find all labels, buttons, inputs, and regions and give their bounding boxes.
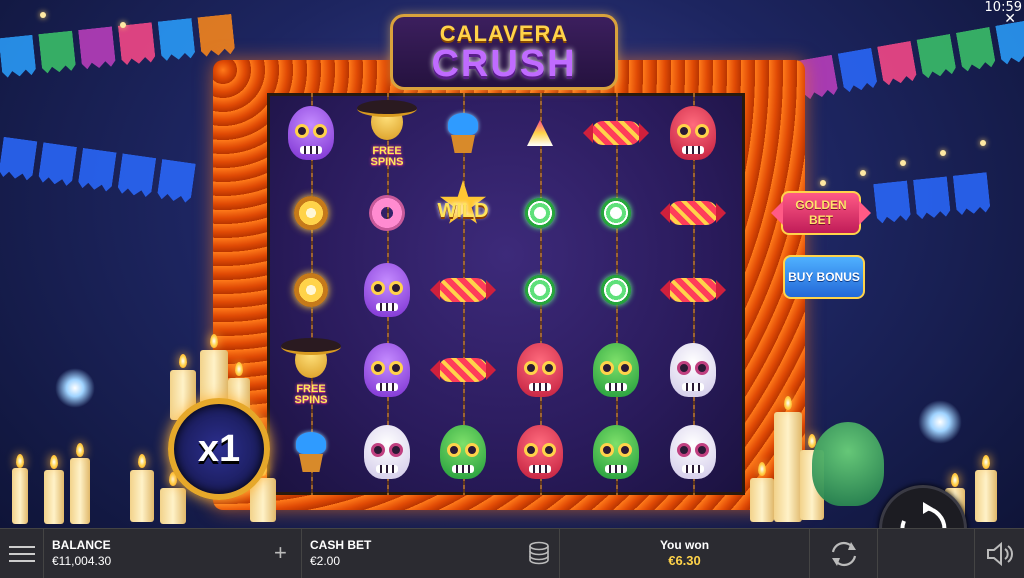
symbol-candy xyxy=(430,260,496,320)
bottom-bar: BALANCE €11,004.30 + CASH BET €2.00 You … xyxy=(0,528,1024,578)
symbol-free-spins: FREE SPINS xyxy=(357,100,417,168)
symbol-skull-purple xyxy=(359,340,415,400)
won-value: €6.30 xyxy=(668,553,701,568)
symbol-donut xyxy=(359,183,415,243)
symbol-skull-white xyxy=(665,340,721,400)
cash-bet-label: CASH BET xyxy=(310,538,372,552)
symbol-skull-white xyxy=(665,422,721,482)
spotlight-left xyxy=(55,368,95,408)
win-section: You won €6.30 xyxy=(560,529,810,578)
golden-bet-button[interactable]: GOLDEN BET xyxy=(771,191,871,235)
symbol-lollipop xyxy=(512,260,568,320)
decorative-green-skull xyxy=(812,422,884,506)
balance-section: BALANCE €11,004.30 + xyxy=(44,529,302,578)
cash-bet-value: €2.00 xyxy=(310,554,341,568)
symbol-skull-green xyxy=(588,422,644,482)
balance-value: €11,004.30 xyxy=(52,554,112,568)
spotlight-right xyxy=(918,400,962,444)
symbol-lollipop xyxy=(588,183,644,243)
coins-icon xyxy=(529,541,549,565)
symbol-skull-purple xyxy=(359,260,415,320)
symbol-skull-red xyxy=(665,103,721,163)
symbol-candy xyxy=(660,183,726,243)
autoplay-icon xyxy=(831,541,857,567)
symbol-skull-green xyxy=(435,422,491,482)
symbol-candy xyxy=(430,340,496,400)
multiplier-badge: x1 xyxy=(168,398,270,500)
symbol-pan-de-muerto xyxy=(283,183,339,243)
symbol-skull-green xyxy=(588,340,644,400)
logo-title-bottom: CRUSH xyxy=(431,43,577,85)
papel-picado-right-top xyxy=(798,20,1024,100)
papel-picado-left-top xyxy=(0,14,235,78)
symbol-skull-red xyxy=(512,422,568,482)
free-spins-label: FREE SPINS xyxy=(370,145,404,168)
symbol-cupcake xyxy=(435,103,491,163)
buy-bonus-button[interactable]: BUY BONUS xyxy=(783,255,865,299)
symbol-pan-de-muerto xyxy=(283,260,339,320)
speaker-icon xyxy=(987,541,1013,567)
add-funds-button[interactable]: + xyxy=(274,540,287,566)
symbol-candy-corn xyxy=(512,103,568,163)
clock: 10:59 xyxy=(984,0,1022,15)
symbol-wild: WILD xyxy=(431,180,495,240)
sound-button[interactable] xyxy=(974,529,1024,578)
menu-button[interactable] xyxy=(0,529,44,578)
close-icon[interactable]: ✕ xyxy=(1004,10,1016,27)
menu-icon-line xyxy=(8,545,35,548)
symbol-candy xyxy=(583,103,649,163)
multiplier-value: x1 xyxy=(197,427,241,470)
symbol-cupcake xyxy=(283,422,339,482)
papel-picado-right-mid xyxy=(873,172,991,224)
wild-label: WILD xyxy=(437,200,489,222)
symbol-candy xyxy=(660,260,726,320)
symbol-skull-red xyxy=(512,340,568,400)
autoplay-button[interactable] xyxy=(810,529,878,578)
won-label: You won xyxy=(659,538,710,552)
symbol-free-spins: FREE SPINS xyxy=(281,338,341,406)
papel-picado-left-mid xyxy=(0,137,196,204)
balance-label: BALANCE xyxy=(52,538,111,552)
game-logo: CALAVERA CRUSH xyxy=(390,14,618,90)
symbol-skull-white xyxy=(359,422,415,482)
cash-bet-section[interactable]: CASH BET €2.00 xyxy=(302,529,560,578)
symbol-skull-purple xyxy=(283,103,339,163)
symbol-lollipop xyxy=(588,260,644,320)
free-spins-label: FREE SPINS xyxy=(294,383,328,406)
symbol-lollipop xyxy=(512,183,568,243)
